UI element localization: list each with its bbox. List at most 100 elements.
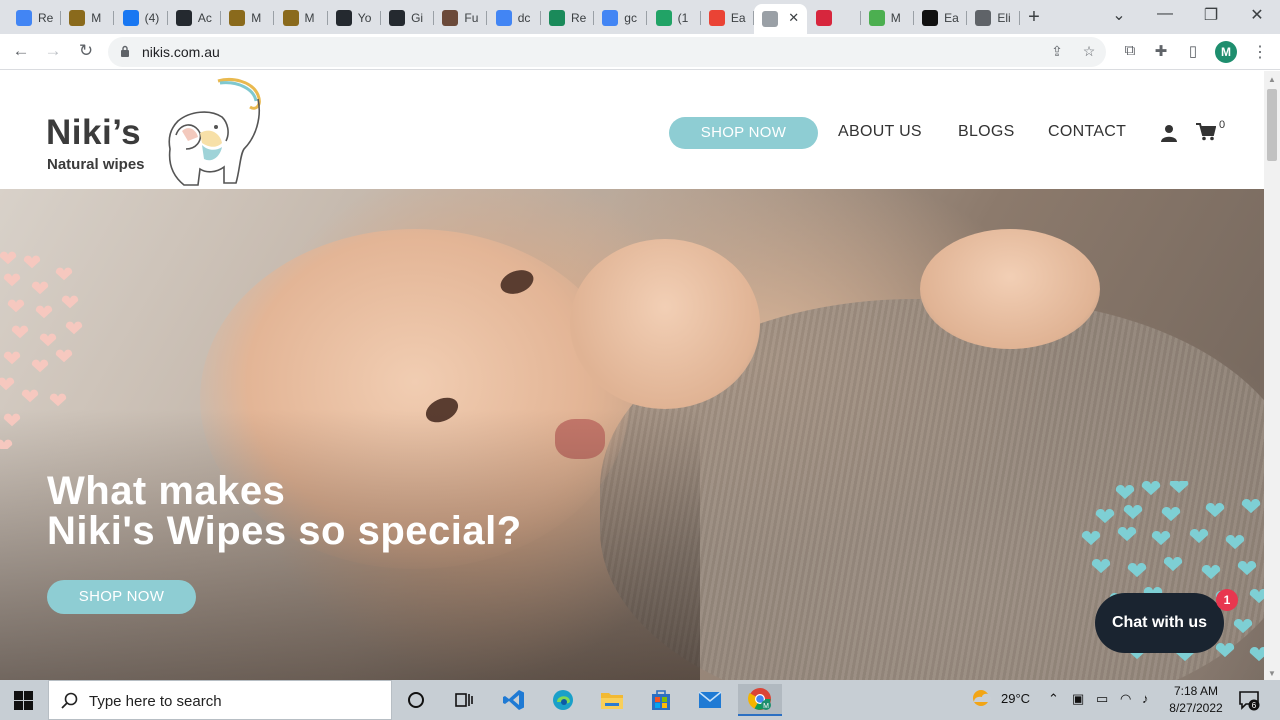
cortana-icon[interactable] (394, 684, 438, 716)
battery-icon[interactable]: ▭ (1096, 691, 1108, 707)
mail-icon (69, 10, 86, 26)
browser-tab[interactable]: M (275, 4, 328, 32)
decorative-heart (1095, 508, 1115, 524)
lock-icon[interactable] (120, 45, 130, 57)
scroll-down-arrow-icon[interactable]: ▼ (1268, 669, 1276, 678)
browser-tab[interactable]: Fu (434, 4, 488, 32)
decorative-heart (55, 267, 73, 281)
wifi-icon[interactable]: ◠ (1120, 691, 1131, 707)
nav-blogs-link[interactable]: BLOGS (958, 123, 1015, 141)
clock-date: 8/27/2022 (1169, 701, 1223, 715)
nav-about-us-link[interactable]: ABOUT US (838, 123, 922, 141)
vscode-icon[interactable] (492, 684, 536, 716)
browser-tab[interactable]: M (61, 4, 115, 32)
browser-tab[interactable]: ✕ (754, 4, 808, 34)
page-scrollbar[interactable]: ▲ ▼ (1264, 71, 1280, 680)
extensions-puzzle-icon[interactable]: ✚ (1151, 42, 1171, 62)
decorative-heart (1237, 560, 1257, 576)
elephant-logo-icon[interactable] (160, 77, 264, 189)
browser-tab[interactable]: Yo (328, 4, 381, 32)
windows-start-icon[interactable] (14, 691, 33, 710)
chrome-taskbar-icon[interactable]: M (738, 684, 782, 716)
nav-shop-now-button[interactable]: SHOP NOW (669, 117, 818, 149)
browser-tab-label: M (890, 11, 901, 25)
decorative-heart (1115, 484, 1135, 500)
tab-search-button[interactable]: ⌄ (1104, 5, 1134, 25)
decorative-heart (1123, 504, 1143, 520)
v-icon (549, 10, 565, 26)
url-text[interactable]: nikis.com.au (142, 44, 220, 60)
bookmark-star-icon[interactable]: ☆ (1080, 43, 1098, 61)
logo-subtext[interactable]: Natural wipes (47, 156, 145, 173)
decorative-dots-left (0, 251, 83, 449)
browser-toolbar: ← → ↻ nikis.com.au ⇪ ☆ ⧉ ✚ ▯ M ⋮ (0, 34, 1280, 70)
decorative-heart (0, 377, 15, 391)
browser-tab[interactable]: Gi (381, 4, 435, 32)
hero-shop-now-button[interactable]: SHOP NOW (47, 580, 196, 614)
decorative-heart (31, 281, 49, 295)
mail-app-icon[interactable] (688, 684, 732, 716)
new-tab-button[interactable]: + (1022, 6, 1046, 29)
meet-now-icon[interactable]: ▣ (1072, 691, 1084, 707)
browser-tab[interactable]: M (861, 4, 914, 32)
reload-button[interactable]: ↻ (75, 40, 97, 62)
browser-tab[interactable] (808, 4, 861, 32)
logo-text[interactable]: Niki’s (46, 113, 141, 153)
decorative-heart (1081, 530, 1101, 546)
web-page: Niki’s Natural wipes SHOP NOW ABOUT US B… (0, 71, 1264, 680)
taskbar-search-box[interactable]: Type here to search (48, 680, 392, 720)
browser-tab[interactable]: Ea (701, 4, 754, 32)
profile-avatar[interactable]: M (1215, 41, 1237, 63)
windows-taskbar: Type here to search M 29°C ⌃ ▣ ▭ ◠ ♪ 7:1… (0, 680, 1280, 720)
search-placeholder: Type here to search (89, 693, 222, 710)
decorative-heart (3, 273, 21, 287)
scroll-up-arrow-icon[interactable]: ▲ (1268, 75, 1276, 84)
close-tab-icon[interactable]: ✕ (788, 10, 799, 26)
side-panel-icon[interactable]: ▯ (1183, 42, 1203, 62)
share-icon[interactable]: ⇪ (1048, 43, 1066, 61)
task-view-icon[interactable] (442, 684, 486, 716)
page-icon (762, 11, 779, 27)
extension-c-icon[interactable]: ⧉ (1120, 42, 1140, 62)
browser-tab[interactable]: dc (488, 4, 541, 32)
browser-tab[interactable]: M (221, 4, 275, 32)
tray-overflow-chevron-icon[interactable]: ⌃ (1048, 691, 1059, 707)
weather-temperature[interactable]: 29°C (1001, 691, 1030, 706)
browser-tab-label: Fu (464, 11, 479, 25)
address-bar[interactable]: nikis.com.au ⇪ ☆ (108, 37, 1106, 67)
decorative-heart (1205, 502, 1225, 518)
decorative-heart (49, 393, 67, 407)
notification-center-icon[interactable]: 6 (1238, 689, 1260, 711)
decorative-heart (65, 321, 83, 335)
svg-text:M: M (763, 703, 769, 710)
maximize-button[interactable]: ❐ (1196, 5, 1226, 25)
decorative-heart (1151, 530, 1171, 546)
scrollbar-thumb[interactable] (1267, 89, 1277, 161)
forward-button[interactable]: → (42, 40, 64, 62)
browser-tab[interactable]: (4) (115, 4, 168, 32)
decorative-heart (1127, 562, 1147, 578)
browser-tab-label: Re (38, 11, 54, 25)
browser-tab[interactable]: gc (594, 4, 648, 32)
taskbar-clock[interactable]: 7:18 AM 8/27/2022 (1164, 683, 1228, 717)
browser-tab[interactable]: (1 (648, 4, 701, 32)
browser-tab[interactable]: Ea (914, 4, 968, 32)
browser-tab[interactable]: Eli (967, 4, 1021, 32)
minimize-button[interactable]: — (1150, 5, 1180, 23)
back-button[interactable]: ← (10, 40, 32, 62)
close-window-button[interactable]: ✕ (1242, 5, 1272, 25)
decorative-heart (3, 413, 21, 427)
browser-tab[interactable]: Ac (168, 4, 221, 32)
volume-icon[interactable]: ♪ (1142, 691, 1149, 706)
file-explorer-icon[interactable] (590, 684, 634, 716)
browser-tab[interactable]: Re (541, 4, 594, 32)
menu-kebab-icon[interactable]: ⋮ (1252, 42, 1268, 62)
shopping-cart-icon[interactable] (1196, 123, 1216, 141)
microsoft-store-icon[interactable] (639, 684, 683, 716)
weather-icon[interactable] (970, 688, 994, 710)
chat-with-us-button[interactable]: Chat with us (1095, 593, 1224, 653)
browser-tab[interactable]: Re (8, 4, 61, 32)
user-account-icon[interactable] (1160, 124, 1178, 142)
nav-contact-link[interactable]: CONTACT (1048, 123, 1126, 141)
edge-icon[interactable] (541, 684, 585, 716)
